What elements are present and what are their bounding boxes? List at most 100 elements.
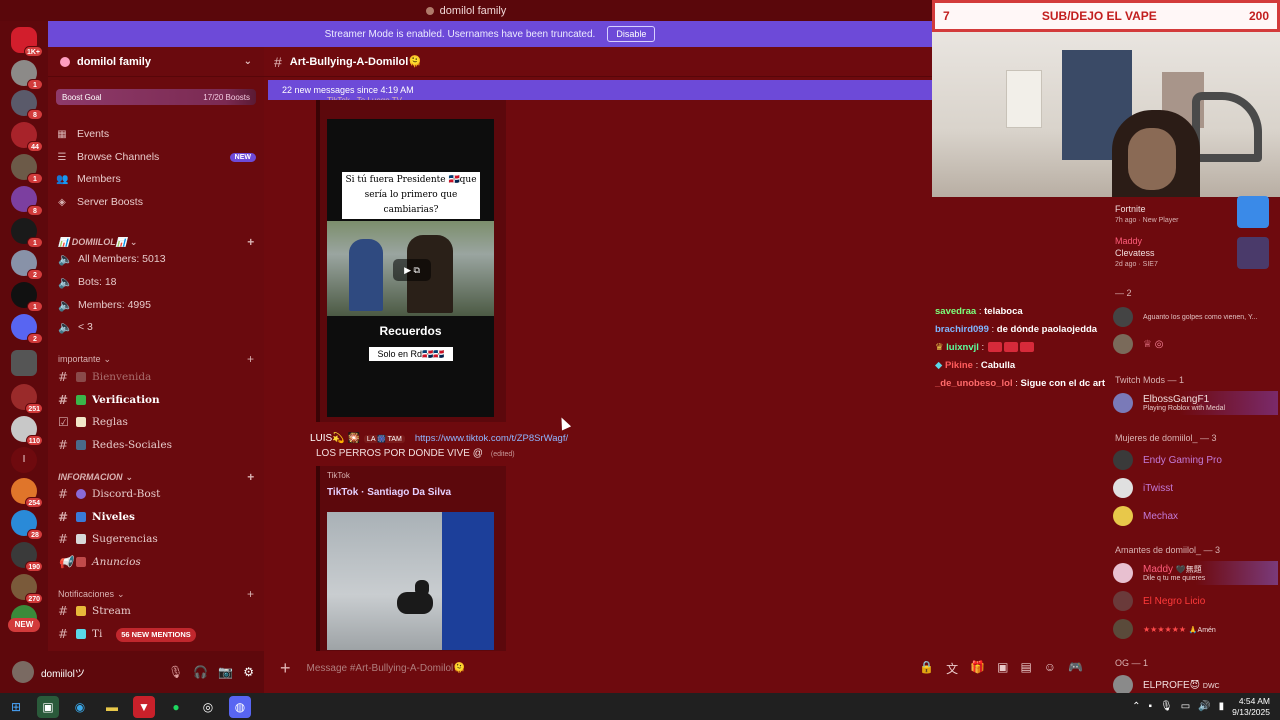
home-discord-icon[interactable]: 1K+ [11,27,43,57]
chevron-up-icon[interactable]: ⌃ [1132,701,1140,712]
activity-card[interactable]: Fortnite 7h ago · New Player [1115,203,1178,227]
gif-icon[interactable]: ▣ [997,660,1008,677]
member-row[interactable]: ElbossGangF1 Playing Roblox with Medal [1113,391,1278,415]
edge-browser-icon[interactable]: ◉ [69,696,91,718]
deafen-icon[interactable]: 🎧 [193,665,208,679]
task-view-icon[interactable]: ▣ [37,695,59,718]
new-mentions-pill[interactable]: 56 NEW MENTIONS [116,628,196,642]
member-row[interactable]: iTwisst [1113,476,1278,500]
channel-sugerencias[interactable]: # Sugerencias [58,529,254,549]
channel-niveles[interactable]: # Niveles [58,507,254,527]
tiktok-thumbnail[interactable] [327,512,494,650]
sticker-icon[interactable]: ▤ [1020,660,1031,677]
voice-channel[interactable]: 🔈 Members: 4995 [58,295,254,315]
hash-icon: # [58,487,69,501]
server-icon[interactable]: 1 [11,218,43,248]
add-channel-icon[interactable]: + [247,235,254,249]
member-row[interactable]: Aguanto los golpes como vienen, Y... [1113,305,1278,329]
add-channel-icon[interactable]: + [247,352,254,366]
channel-redes-sociales[interactable]: # Redes-Sociales [58,435,254,455]
channel-discord-bost[interactable]: # Discord-Bost [58,484,254,504]
member-row[interactable]: ★★★★★★ 🙏Amén [1113,617,1278,641]
gift-icon[interactable]: 🎁 [970,660,985,677]
server-icon[interactable]: 270 [11,574,43,604]
server-icon[interactable]: 44 [11,122,43,152]
network-icon[interactable]: ▭ [1181,701,1190,712]
translate-icon[interactable]: 文 [946,660,958,677]
member-row[interactable]: Maddy 🖤無題 Dile q tu me quieres [1113,561,1278,585]
windows-start-icon[interactable]: ⊞ [5,696,27,718]
attach-plus-icon[interactable]: + [280,658,291,679]
category-notificaciones[interactable]: Notificaciones ⌄ + [58,587,254,601]
embed-title[interactable]: TikTok · Santiago Da Silva [327,487,451,498]
avatar [1113,591,1133,611]
file-explorer-icon[interactable]: ▬ [101,696,123,718]
discord-taskbar-icon[interactable]: ◍ [229,695,251,718]
server-icon[interactable]: 28 [11,510,43,540]
lock-icon[interactable]: 🔒 [919,660,934,677]
server-icon[interactable]: 1 [11,282,43,312]
clock[interactable]: 4:54 AM 9/13/2025 [1232,696,1270,718]
server-icon[interactable]: 8 [11,90,43,120]
avatar[interactable] [12,661,34,683]
emoji-icon[interactable]: ☺ [1044,660,1056,677]
nav-server-boosts[interactable]: ◈ Server Boosts [56,192,256,212]
category-informacion[interactable]: INFORMACION ⌄ + [58,470,254,484]
server-icon[interactable]: 1 [11,60,43,90]
microphone-icon[interactable]: 🎙 [1160,701,1173,712]
member-row[interactable]: Endy Gaming Pro [1113,448,1278,472]
volume-icon[interactable]: 🔊 [1198,701,1210,712]
add-channel-icon[interactable]: + [247,587,254,601]
server-icon[interactable]: 8 [11,186,43,216]
channel-reglas[interactable]: ☑ Reglas [58,412,254,432]
guild-header[interactable]: domilol family ⌄ [48,47,264,77]
member-status: Playing Roblox with Medal [1143,405,1226,412]
play-button-icon[interactable]: ▶ ⧉ [393,259,431,281]
discord-icon[interactable]: 2 [11,314,43,344]
server-icon[interactable]: 2 [11,250,43,280]
camera-off-icon[interactable]: 📷 [218,665,233,679]
message-author[interactable]: LUIS💫 🎇 [310,433,360,444]
add-channel-icon[interactable]: + [247,470,254,484]
tray-app-icon[interactable]: ▪ [1149,701,1153,712]
nav-browse-channels[interactable]: ☰ Browse Channels NEW [56,147,256,167]
activities-icon[interactable]: 🎮 [1068,660,1083,677]
category-domiilol[interactable]: 📊 DOMIILOL📊 ⌄ + [58,235,254,249]
disable-button[interactable]: Disable [607,26,656,42]
channel-bienvenida[interactable]: # Bienvenida [58,367,254,387]
channel-stream[interactable]: # Stream [58,601,254,621]
member-row[interactable]: El Negro Licio [1113,589,1278,613]
channel-anuncios[interactable]: 📢 Anuncios [58,552,254,572]
member-row[interactable]: ♕ ◎ [1113,332,1278,356]
new-servers-pill[interactable]: NEW [8,618,40,632]
voice-channel[interactable]: 🔈 Bots: 18 [58,272,254,292]
chevron-down-icon: ⌄ [103,353,112,364]
activity-card[interactable]: Maddy Clevatess 2d ago · SIE7 [1115,235,1158,271]
mute-mic-icon[interactable]: 🎙 [168,665,183,679]
server-icon[interactable]: 110 [11,416,43,446]
settings-gear-icon[interactable]: ⚙ [243,665,254,679]
username[interactable]: domiilolツ [41,665,85,680]
voice-channel[interactable]: 🔈 All Members: 5013 [58,249,254,269]
boost-goal-bar[interactable]: Boost Goal 17/20 Boosts [56,89,256,105]
server-icon[interactable]: 254 [11,478,43,508]
mention-badge: 190 [25,561,43,572]
tiktok-thumbnail[interactable]: Si tú fuera Presidente 🇩🇴que sería lo pr… [327,119,494,417]
channel-verification[interactable]: # Verification [58,390,254,410]
server-icon[interactable]: 251 [11,384,43,414]
message-input[interactable]: Message #Art-Bullying-A-Domilol🫠 [307,663,466,674]
obs-icon[interactable]: ◎ [197,696,219,718]
category-importante[interactable]: importante ⌄ + [58,352,254,366]
nav-events[interactable]: ▦ Events [56,124,256,144]
server-icon[interactable]: I [11,447,37,473]
server-icon[interactable]: 1 [11,154,43,184]
app-icon[interactable]: ▼ [133,695,155,718]
server-icon[interactable]: 190 [11,542,43,572]
spotify-icon[interactable]: ● [165,696,187,718]
voice-channel[interactable]: 🔈 < 3 [58,317,254,337]
member-row[interactable]: Mechax [1113,504,1278,528]
server-icon[interactable] [11,350,37,376]
battery-icon[interactable]: ▮ [1219,701,1225,712]
message-link[interactable]: https://www.tiktok.com/t/ZP8SrWagf/ [415,433,568,444]
nav-members[interactable]: 👥 Members [56,169,256,189]
